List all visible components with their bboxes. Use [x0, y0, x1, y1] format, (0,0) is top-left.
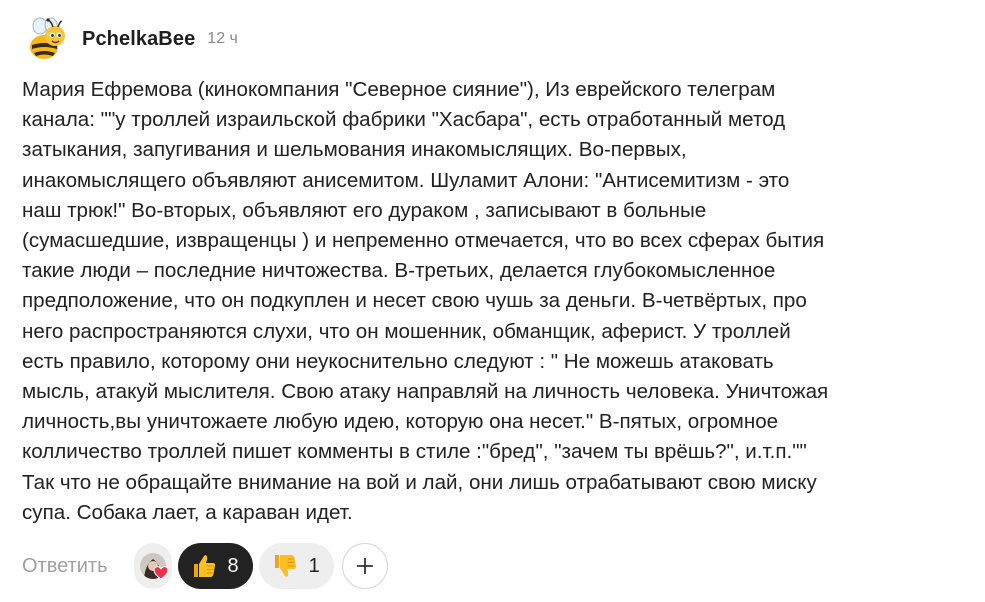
dislike-count: 1 — [308, 554, 320, 577]
plus-icon — [356, 558, 373, 574]
comment: PchelkaBee 12 ч Мария Ефремова (кинокомп… — [0, 0, 985, 602]
dislike-button[interactable]: 1 — [258, 543, 334, 589]
add-reaction-button[interactable] — [341, 543, 388, 589]
reply-button[interactable]: Ответить — [22, 555, 108, 578]
thumbs-down-icon — [274, 555, 296, 577]
comment-header: PchelkaBee 12 ч — [22, 14, 238, 64]
like-button[interactable]: 8 — [177, 543, 253, 589]
heart-icon — [152, 566, 169, 580]
comment-text: Мария Ефремова (кинокомпания "Северное с… — [22, 78, 829, 524]
like-count: 8 — [227, 554, 239, 577]
bee-avatar-icon[interactable] — [22, 15, 70, 63]
comment-timestamp: 12 ч — [207, 30, 238, 47]
author-name[interactable]: PchelkaBee — [82, 28, 195, 51]
reactors-button[interactable] — [133, 543, 172, 589]
comment-actions: Ответить 8 1 — [22, 541, 388, 591]
thumbs-up-icon — [193, 555, 215, 577]
